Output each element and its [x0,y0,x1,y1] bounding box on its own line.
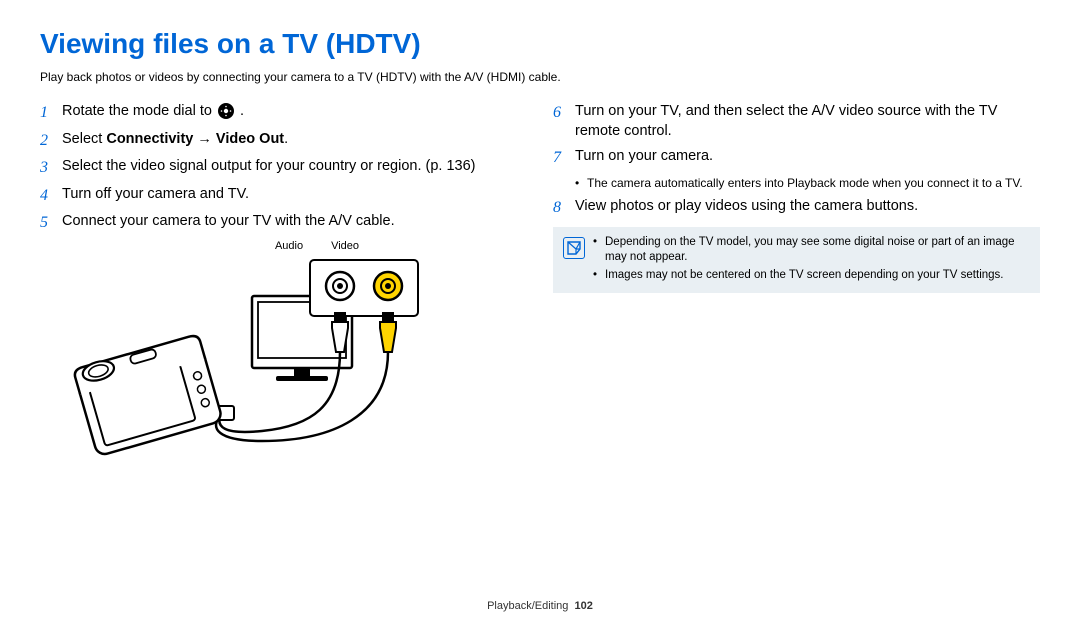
intro-text: Play back photos or videos by connecting… [40,70,1040,84]
note-item: Depending on the TV model, you may see s… [593,235,1030,266]
step-text-pre: Select [62,131,106,147]
sub-bullet: The camera automatically enters into Pla… [575,175,1040,191]
step-number: 8 [553,197,565,219]
step-number: 3 [40,157,52,179]
step-text: Select the video signal output for your … [62,157,527,177]
audio-plug-icon [332,312,348,352]
video-label: Video [331,240,359,252]
audio-label: Audio [275,240,303,252]
step-text: Connect your camera to your TV with the … [62,212,527,232]
step-text: Turn off your camera and TV. [62,185,527,205]
content-columns: 1 Rotate the mode dial to . 2 Select Con… [40,102,1040,481]
step-number: 1 [40,102,52,124]
step-number: 2 [40,130,52,152]
diagram-svg [62,256,462,476]
step-text: View photos or play videos using the cam… [575,197,1040,217]
step-4: 4 Turn off your camera and TV. [40,185,527,207]
step-text-post: . [284,131,288,147]
step-3: 3 Select the video signal output for you… [40,157,527,179]
step-6: 6 Turn on your TV, and then select the A… [553,102,1040,141]
step-number: 6 [553,102,565,124]
step-5: 5 Connect your camera to your TV with th… [40,212,527,234]
step-number: 7 [553,147,565,169]
footer-page: 102 [575,600,593,612]
step-text: Turn on your camera. [575,147,1040,167]
right-column: 6 Turn on your TV, and then select the A… [553,102,1040,481]
step-text: Turn on your TV, and then select the A/V… [575,102,1040,141]
left-column: 1 Rotate the mode dial to . 2 Select Con… [40,102,527,481]
step-1: 1 Rotate the mode dial to . [40,102,527,124]
step-7-sub: The camera automatically enters into Pla… [575,175,1040,191]
step-text: Select Connectivity → Video Out. [62,130,527,150]
step-number: 4 [40,185,52,207]
note-icon [563,237,585,259]
camera-icon [73,333,223,456]
step-7: 7 Turn on your camera. [553,147,1040,169]
mode-dial-icon [218,103,234,119]
note-item: Images may not be centered on the TV scr… [593,268,1030,284]
connection-diagram: Audio Video [62,240,462,481]
step-2: 2 Select Connectivity → Video Out. [40,130,527,152]
step-8: 8 View photos or play videos using the c… [553,197,1040,219]
footer-section: Playback/Editing [487,600,568,612]
video-plug-icon [380,312,396,352]
step-text: Rotate the mode dial to . [62,102,527,122]
step-number: 5 [40,212,52,234]
page-footer: Playback/Editing 102 [0,600,1080,612]
note-box: Depending on the TV model, you may see s… [553,227,1040,294]
step-text-post: . [240,103,244,119]
page-title: Viewing files on a TV (HDTV) [40,28,1040,60]
step-text-pre: Rotate the mode dial to [62,103,216,119]
step-text-bold: Connectivity → Video Out [106,131,284,147]
